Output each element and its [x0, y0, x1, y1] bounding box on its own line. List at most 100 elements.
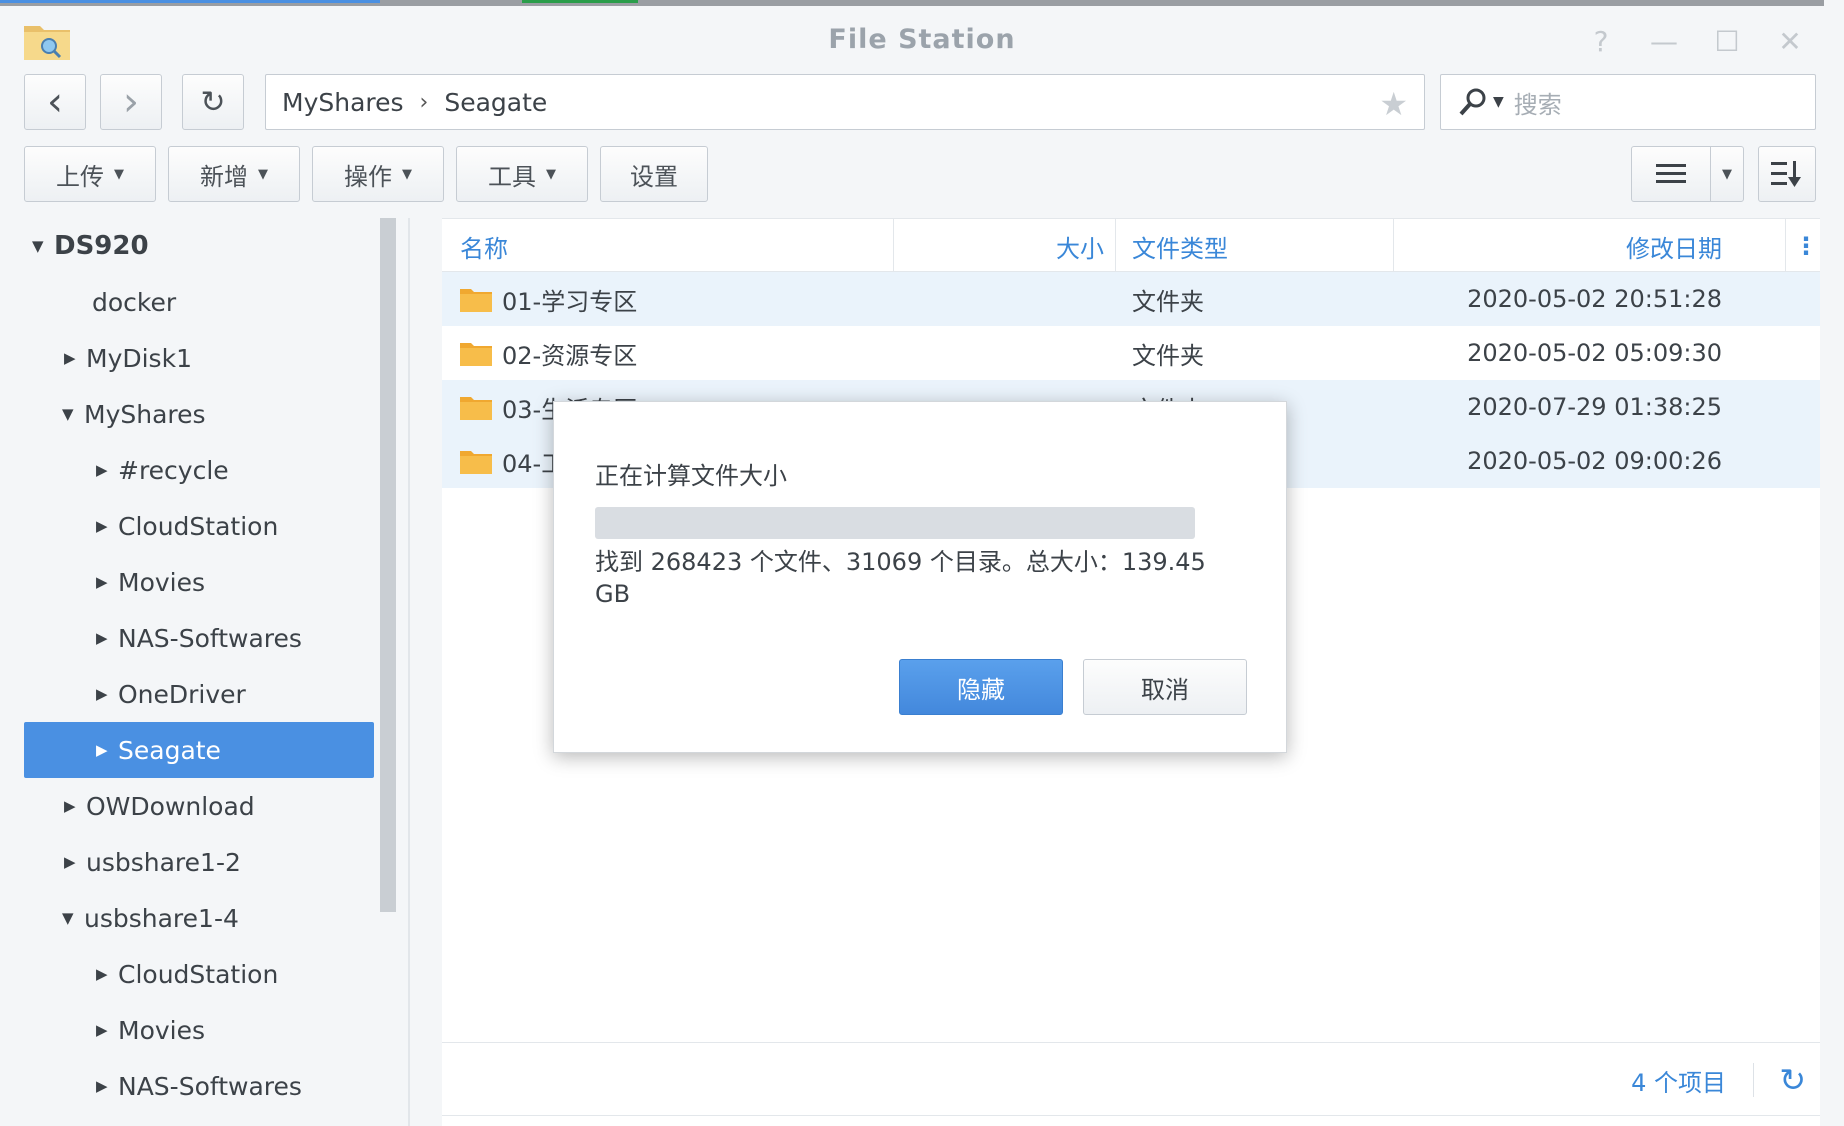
tree-item-label: CloudStation	[118, 511, 279, 541]
tree-item-owdownload[interactable]: ▶ OWDownload	[24, 778, 374, 834]
tree-item-recycle[interactable]: ▶ #recycle	[24, 442, 374, 498]
tree-item-label: docker	[92, 287, 177, 317]
calculate-size-dialog: 正在计算文件大小 找到 268423 个文件、31069 个目录。总大小：139…	[553, 401, 1287, 753]
sidebar-scrollbar[interactable]	[380, 218, 396, 912]
expand-arrow-icon[interactable]: ▶	[96, 461, 118, 479]
chevron-right-icon: ›	[123, 79, 139, 125]
tree-item-cloudstation[interactable]: ▶ CloudStation	[24, 498, 374, 554]
file-name: 01-学习专区	[502, 287, 638, 316]
breadcrumb-myshares[interactable]: MyShares	[282, 88, 404, 117]
file-modified: 2020-05-02 09:00:26	[1467, 447, 1722, 475]
refresh-list-icon[interactable]: ↻	[1779, 1043, 1806, 1117]
tree-item-movies-2[interactable]: ▶ Movies	[24, 1002, 374, 1058]
tree-item-docker[interactable]: docker	[24, 274, 374, 330]
tree-item-label: OneDriver	[118, 679, 246, 709]
column-size[interactable]: 大小	[894, 219, 1104, 273]
breadcrumb-seagate[interactable]: Seagate	[444, 88, 547, 117]
column-modified[interactable]: 修改日期	[1394, 219, 1722, 273]
settings-button[interactable]: 设置	[600, 146, 708, 202]
folder-icon	[460, 451, 492, 474]
progress-bar	[595, 507, 1195, 539]
column-options-icon[interactable]: ⋮	[1792, 219, 1820, 273]
caret-down-icon: ▼	[114, 166, 124, 182]
tree-item-label: Movies	[118, 1015, 206, 1045]
window-title: File Station	[828, 24, 1016, 55]
tree-item-label: Movies	[118, 567, 206, 597]
item-count: 4 个项目	[1631, 1068, 1726, 1097]
action-label: 操作	[344, 162, 392, 191]
search-placeholder: 搜索	[1513, 90, 1562, 119]
back-button[interactable]: ‹	[24, 74, 86, 130]
minimize-icon[interactable]: —	[1647, 24, 1681, 58]
status-bar: 4 个项目 ↻	[442, 1042, 1820, 1116]
list-view-button[interactable]	[1631, 146, 1711, 202]
expand-arrow-icon[interactable]: ▶	[64, 349, 86, 367]
close-icon[interactable]: ✕	[1773, 24, 1807, 58]
expand-arrow-icon[interactable]: ▼	[62, 909, 84, 927]
tree-item-label: MyShares	[84, 399, 206, 429]
expand-arrow-icon[interactable]: ▶	[96, 629, 118, 647]
expand-arrow-icon[interactable]: ▶	[96, 741, 118, 759]
title-bar: File Station ? — ☐ ✕	[0, 6, 1844, 74]
tree-item-ds920[interactable]: ▼ DS920	[24, 218, 374, 274]
tools-button[interactable]: 工具 ▼	[456, 146, 588, 202]
expand-arrow-icon[interactable]: ▶	[64, 797, 86, 815]
expand-arrow-icon[interactable]: ▶	[96, 1021, 118, 1039]
tree-item-nas-softwares[interactable]: ▶ NAS-Softwares	[24, 610, 374, 666]
refresh-button[interactable]: ↻	[182, 74, 244, 130]
folder-tree: ▼ DS920 docker ▶ MyDisk1 ▼ MyShares ▶ #recyc…	[0, 218, 410, 1126]
maximize-icon[interactable]: ☐	[1710, 24, 1744, 58]
tree-item-label: Seagate	[118, 735, 221, 765]
expand-arrow-icon[interactable]: ▶	[96, 1077, 118, 1095]
dialog-title: 正在计算文件大小	[595, 462, 787, 490]
caret-down-icon: ▼	[546, 166, 556, 182]
expand-arrow-icon[interactable]: ▶	[64, 853, 86, 871]
tree-item-label: CloudStation	[118, 959, 279, 989]
upload-button[interactable]: 上传 ▼	[24, 146, 156, 202]
path-bar[interactable]: MyShares › Seagate ★	[265, 74, 1425, 130]
tree-item-nas-softwares-2[interactable]: ▶ NAS-Softwares	[24, 1058, 374, 1114]
tree-item-mydisk1[interactable]: ▶ MyDisk1	[24, 330, 374, 386]
tree-item-usbshare1-2[interactable]: ▶ usbshare1-2	[24, 834, 374, 890]
tree-item-movies[interactable]: ▶ Movies	[24, 554, 374, 610]
table-row[interactable]: 02-资源专区 文件夹 2020-05-02 05:09:30	[442, 326, 1820, 380]
column-name[interactable]: 名称	[460, 219, 508, 273]
folder-icon	[460, 397, 492, 420]
tree-item-label: OWDownload	[86, 791, 255, 821]
pane-divider[interactable]	[408, 218, 410, 1126]
expand-arrow-icon[interactable]: ▶	[96, 965, 118, 983]
folder-icon	[460, 343, 492, 366]
hide-button[interactable]: 隐藏	[899, 659, 1063, 715]
search-icon[interactable]	[1457, 86, 1489, 118]
expand-arrow-icon[interactable]: ▶	[96, 685, 118, 703]
expand-arrow-icon[interactable]: ▼	[32, 237, 54, 255]
view-dropdown-button[interactable]: ▼	[1710, 146, 1744, 202]
help-icon[interactable]: ?	[1584, 24, 1618, 58]
column-type[interactable]: 文件类型	[1132, 219, 1228, 273]
list-header: 名称 大小 文件类型 修改日期 ⋮	[442, 218, 1820, 273]
tree-item-usbshare1-4[interactable]: ▼ usbshare1-4	[24, 890, 374, 946]
cancel-button[interactable]: 取消	[1083, 659, 1247, 715]
tree-item-onedriver[interactable]: ▶ OneDriver	[24, 666, 374, 722]
favorite-star-icon[interactable]: ★	[1379, 85, 1408, 123]
expand-arrow-icon[interactable]: ▶	[96, 517, 118, 535]
action-button[interactable]: 操作 ▼	[312, 146, 444, 202]
create-button[interactable]: 新增 ▼	[168, 146, 300, 202]
expand-arrow-icon[interactable]: ▶	[96, 573, 118, 591]
tree-item-label: usbshare1-2	[86, 847, 241, 877]
tree-item-myshares[interactable]: ▼ MyShares	[24, 386, 374, 442]
tree-item-cloudstation-2[interactable]: ▶ CloudStation	[24, 946, 374, 1002]
sort-button[interactable]	[1758, 146, 1816, 202]
file-type: 文件夹	[1132, 341, 1204, 370]
file-modified: 2020-07-29 01:38:25	[1467, 393, 1722, 421]
settings-label: 设置	[630, 162, 678, 191]
list-view-icon	[1656, 164, 1686, 183]
refresh-icon: ↻	[200, 84, 226, 120]
file-name: 02-资源专区	[502, 341, 638, 370]
table-row[interactable]: 01-学习专区 文件夹 2020-05-02 20:51:28	[442, 272, 1820, 326]
tree-item-seagate[interactable]: ▶ Seagate	[24, 722, 374, 778]
expand-arrow-icon[interactable]: ▼	[62, 405, 84, 423]
search-dropdown-icon[interactable]: ▼	[1493, 94, 1504, 110]
search-input[interactable]: ▼ 搜索	[1440, 74, 1816, 130]
forward-button[interactable]: ›	[100, 74, 162, 130]
